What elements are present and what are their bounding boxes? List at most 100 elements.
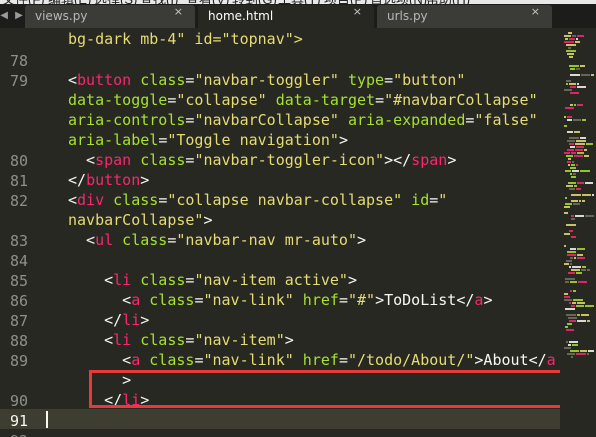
code-token: data-target [266, 91, 376, 109]
minimap-strip [580, 137, 586, 139]
minimap-strip [574, 185, 577, 187]
code-line: <li class="nav-item"> [68, 330, 294, 350]
code-token: "nav-link" [203, 291, 294, 309]
minimap-strip [565, 278, 575, 280]
code-editor[interactable]: 78 79 80 81 82 83 84 85 86 87 88 89 90 9192 bg-dark m… [0, 28, 560, 437]
line-number: 82 [9, 192, 28, 210]
code-line: <li class="nav-item active"> [68, 270, 357, 290]
code-token: < [68, 231, 96, 249]
minimap-strip [564, 245, 566, 247]
code-token: "nav-item" [194, 331, 285, 349]
code-token: > [140, 311, 150, 329]
code-token: li [122, 311, 141, 329]
minimap-strip [567, 119, 572, 121]
minimap-strip [568, 164, 570, 166]
minimap-strip [570, 257, 573, 259]
minimap-strip [569, 137, 579, 139]
minimap-strip [580, 65, 585, 67]
minimap-strip [569, 320, 576, 322]
red-annotation-box [89, 370, 560, 408]
line-number: 80 [9, 152, 28, 170]
minimap-strip [564, 41, 574, 43]
code-line: bg-dark mb-4" id="topnav"> [68, 29, 303, 49]
minimap-strip [564, 212, 568, 214]
line-number: 88 [9, 332, 28, 350]
minimap-strip [587, 353, 589, 355]
minimap-strip [576, 38, 578, 40]
minimap-strip [576, 272, 582, 274]
minimap-strip [571, 356, 573, 358]
minimap-strip [568, 158, 571, 160]
tab-close-icon[interactable]: × [531, 5, 540, 18]
minimap-strip [576, 164, 578, 166]
code-token: "collapse" [176, 91, 267, 109]
minimap-strip [570, 350, 579, 352]
minimap-strip [577, 320, 586, 322]
minimap-strip [592, 194, 594, 196]
minimap-strip [569, 56, 573, 58]
code-line: data-toggle="collapse" data-target="#nav… [68, 90, 538, 110]
code-token: class [131, 151, 186, 169]
line-number: 85 [9, 272, 28, 290]
minimap-strip [569, 302, 571, 304]
minimap-strip [569, 38, 575, 40]
minimap-strip [575, 143, 585, 145]
tab-urls-py[interactable]: urls.py × [377, 5, 552, 28]
minimap-strip [573, 290, 576, 292]
minimap-strip [586, 143, 593, 145]
minimap-strip [584, 149, 587, 151]
minimap-strip [573, 203, 580, 205]
minimap-strip [582, 200, 585, 202]
minimap-strip [577, 182, 584, 184]
minimap-strip [580, 350, 587, 352]
line-number: 84 [9, 252, 28, 270]
code-token: > [338, 131, 348, 149]
minimap-strip [587, 320, 590, 322]
minimap-strip [582, 266, 586, 268]
minimap-strip [571, 305, 575, 307]
tab-home-html[interactable]: home.html × [198, 5, 374, 28]
code-token: "#navbarCollapse" [384, 91, 538, 109]
minimap-strip [585, 182, 593, 184]
code-line: aria-controls="navbarCollapse" aria-expa… [68, 110, 538, 130]
minimap-strip [576, 188, 581, 190]
minimap-strip [569, 266, 571, 268]
minimap-strip [576, 140, 586, 142]
minimap[interactable] [560, 28, 596, 437]
minimap-strip [579, 200, 581, 202]
line-number: 91 [9, 412, 28, 430]
minimap-strip [566, 50, 576, 52]
minimap-strip [573, 119, 581, 121]
minimap-strip [571, 215, 574, 217]
code-token: = [375, 91, 385, 109]
line-number: 92 [0, 431, 28, 437]
minimap-strip [567, 254, 576, 256]
minimap-strip [574, 104, 576, 106]
minimap-strip [585, 215, 594, 217]
code-line: <button class="navbar-toggler" type="but… [68, 70, 465, 90]
minimap-strip [570, 68, 575, 70]
minimap-strip [573, 299, 583, 301]
tab-scroll-arrows-icon[interactable]: ◀ ▶ [0, 4, 25, 28]
code-token: > [357, 231, 367, 249]
tab-views-py[interactable]: views.py × [25, 5, 195, 28]
code-token: class [113, 231, 168, 249]
minimap-strip [576, 305, 584, 307]
tab-close-icon[interactable]: × [353, 5, 362, 18]
code-token: >About</ [474, 351, 547, 369]
minimap-strip [565, 107, 574, 109]
code-token: span [411, 151, 448, 169]
minimap-strip [570, 92, 579, 94]
minimap-strip [565, 197, 567, 199]
minimap-strip [574, 257, 576, 259]
minimap-strip [573, 173, 576, 175]
minimap-strip [566, 314, 576, 316]
minimap-strip [580, 170, 590, 172]
code-token: class [140, 351, 195, 369]
tab-close-icon[interactable]: × [174, 5, 183, 18]
minimap-strip [565, 38, 568, 40]
code-token: "navbar-toggler-icon" [194, 151, 385, 169]
minimap-strip [564, 296, 570, 298]
minimap-strip [566, 155, 573, 157]
minimap-strip [584, 155, 589, 157]
